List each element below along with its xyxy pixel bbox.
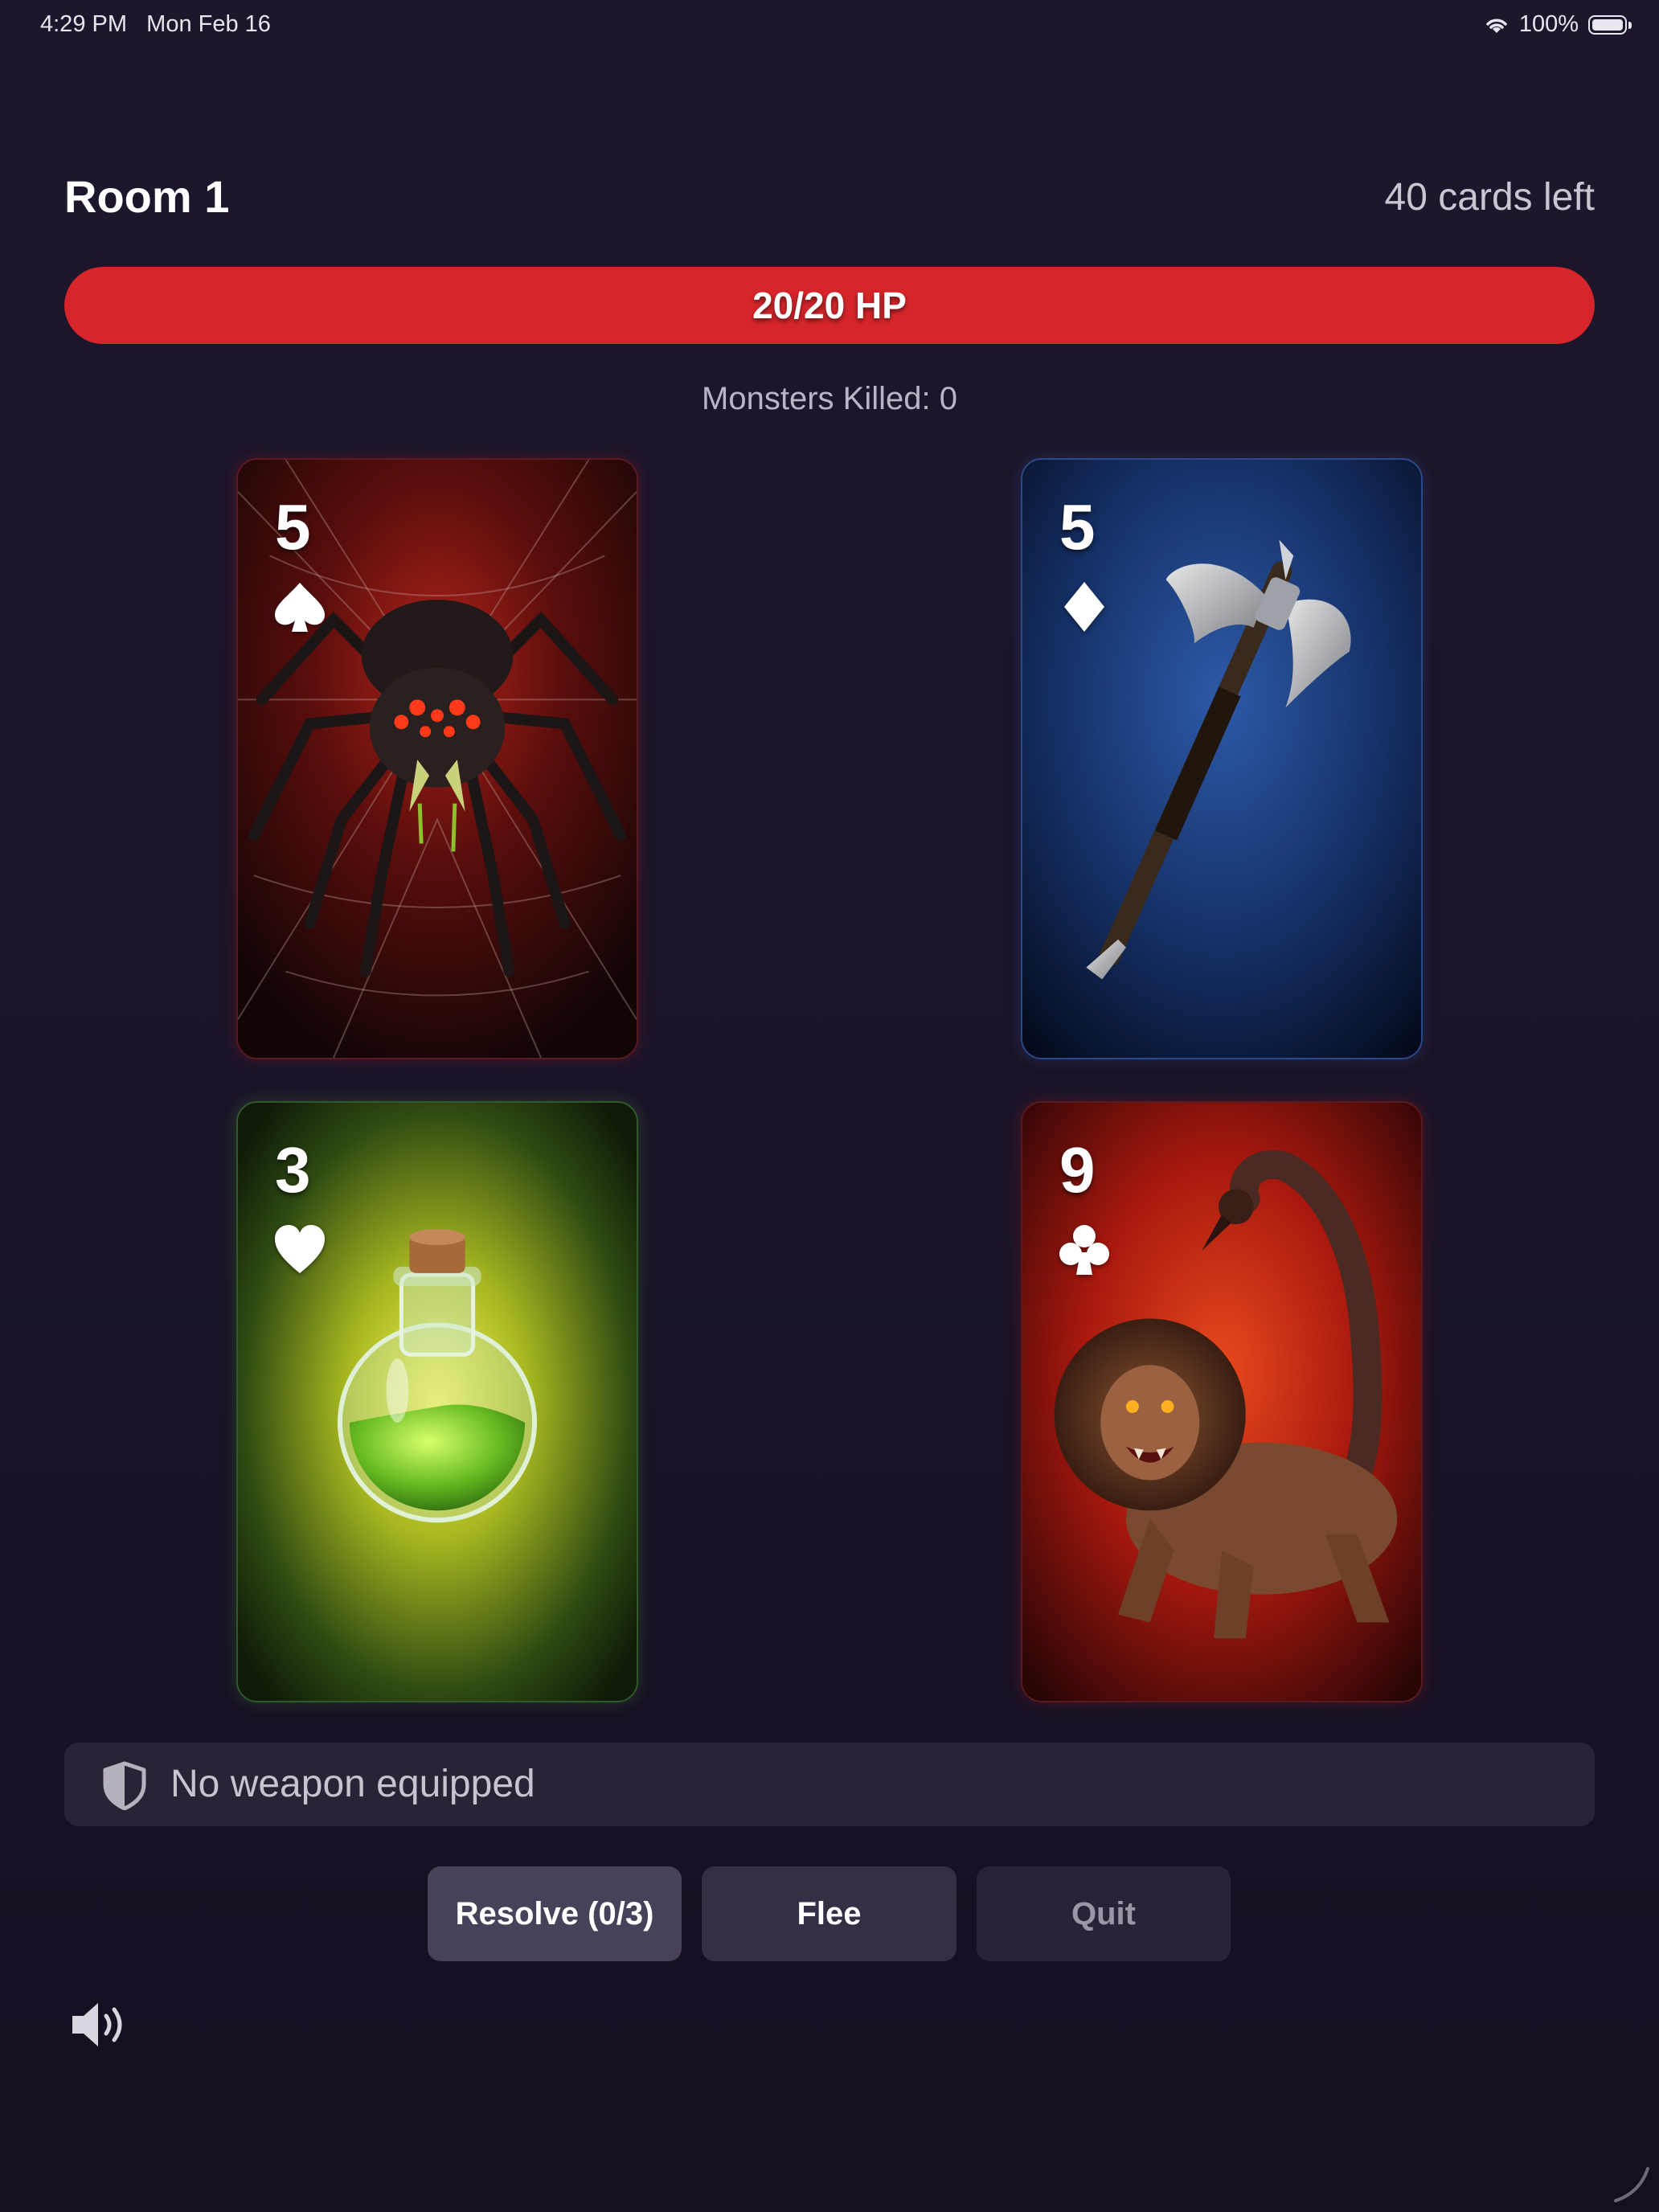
flee-button[interactable]: Flee (702, 1866, 956, 1961)
weapon-status-text: No weapon equipped (170, 1763, 535, 1805)
shield-icon (103, 1761, 146, 1810)
room-title: Room 1 (64, 171, 230, 222)
card-rank: 5 (275, 491, 311, 563)
battery-percent: 100% (1518, 11, 1579, 37)
spade-icon (272, 579, 328, 635)
battery-fill (1592, 18, 1623, 31)
quit-button[interactable]: Quit (977, 1866, 1231, 1961)
status-indicators: 100% (1484, 11, 1632, 38)
wifi-icon (1486, 18, 1507, 33)
resolve-button[interactable]: Resolve (0/3) (428, 1866, 682, 1961)
heart-icon (272, 1222, 328, 1278)
status-time-date: 4:29 PM Mon Feb 16 (40, 11, 271, 37)
card-rank: 3 (275, 1134, 311, 1206)
card-manticore-monster[interactable]: 9 (1021, 1101, 1423, 1702)
card-health-potion[interactable]: 3 (236, 1101, 638, 1702)
card-spider-monster[interactable]: 5 (236, 458, 638, 1059)
card-rank: 9 (1059, 1134, 1096, 1206)
hp-label: 20/20 HP (752, 285, 907, 326)
monsters-killed-counter: Monsters Killed: 0 (702, 381, 957, 416)
speaker-icon[interactable] (69, 1997, 133, 2053)
resize-handle-icon (1614, 2167, 1649, 2202)
card-rank: 5 (1059, 491, 1096, 563)
battery-icon (1588, 14, 1632, 35)
hp-bar: 20/20 HP (64, 267, 1595, 344)
cards-left-count: 40 cards left (1384, 176, 1595, 219)
club-icon (1056, 1222, 1112, 1278)
diamond-icon (1056, 579, 1112, 635)
weapon-status-bar: No weapon equipped (64, 1743, 1595, 1826)
card-battle-axe-weapon[interactable]: 5 (1021, 458, 1423, 1059)
